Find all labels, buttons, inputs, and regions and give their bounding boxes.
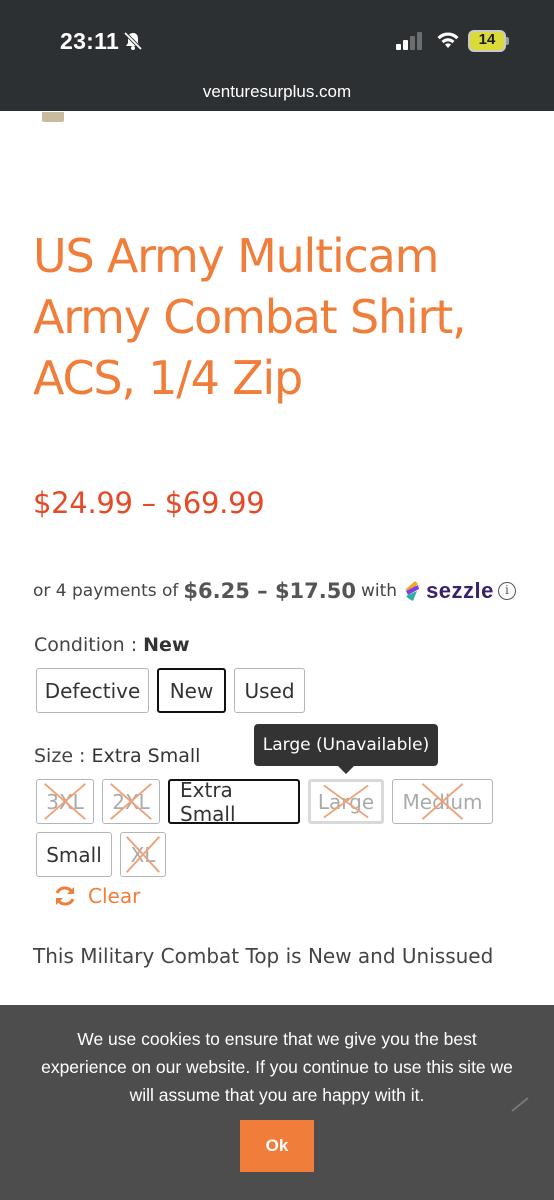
size-label-text: Size : — [34, 745, 92, 767]
size-option-large[interactable]: Large — [308, 779, 384, 824]
battery-level: 14 — [478, 31, 496, 48]
sezzle-logo[interactable]: sezzle — [401, 578, 494, 604]
size-option-xl-label: XL — [130, 842, 156, 867]
condition-option-used[interactable]: Used — [234, 668, 305, 713]
sezzle-brand: sezzle — [426, 578, 494, 603]
address-bar-url[interactable]: venturesurplus.com — [0, 82, 554, 102]
size-option-3xl[interactable]: 3XL — [36, 779, 94, 824]
cookie-accept-button[interactable]: Ok — [240, 1120, 314, 1172]
size-label: Size : Extra Small — [34, 745, 200, 767]
size-option-extra-small[interactable]: Extra Small — [168, 778, 300, 826]
size-option-3xl-label: 3XL — [46, 789, 84, 814]
wifi-icon — [437, 32, 459, 48]
cookie-banner-text: We use cookies to ensure that we give yo… — [41, 1029, 513, 1105]
product-image-thumbnail[interactable] — [42, 112, 64, 122]
clear-selection-link[interactable]: Clear — [52, 884, 140, 908]
clear-label: Clear — [88, 884, 141, 908]
size-option-medium-label: Medium — [402, 789, 483, 814]
condition-option-defective[interactable]: Defective — [36, 668, 149, 713]
size-option-xl[interactable]: XL — [120, 832, 166, 877]
refresh-icon — [55, 886, 75, 906]
status-time: 23:11 — [60, 28, 120, 54]
browser-top-bar: 23:11 14 venturesurplus.com — [0, 0, 554, 111]
condition-selected-value: New — [143, 634, 190, 656]
size-option-2xl-label: 2XL — [112, 789, 150, 814]
size-option-medium[interactable]: Medium — [392, 779, 493, 824]
condition-option-new[interactable]: New — [157, 668, 226, 713]
sezzle-mark-icon — [405, 581, 420, 601]
size-swatches: 3XL 2XL Extra Small Large Medium Small X… — [36, 778, 506, 877]
pencil-icon — [511, 1097, 529, 1112]
info-icon[interactable]: i — [497, 582, 516, 600]
battery-icon: 14 — [468, 30, 510, 52]
cell-signal-icon — [396, 32, 422, 50]
size-option-small[interactable]: Small — [36, 832, 112, 877]
sezzle-amount: $6.25 – $17.50 — [183, 579, 356, 603]
size-option-large-label: Large — [317, 789, 375, 814]
bell-muted-icon — [123, 31, 143, 51]
size-option-2xl[interactable]: 2XL — [102, 779, 160, 824]
condition-label-text: Condition : — [34, 634, 144, 656]
sezzle-prefix: or 4 payments of — [33, 581, 179, 601]
sezzle-installments: or 4 payments of $6.25 – $17.50 with sez… — [33, 574, 516, 608]
size-selected-value: Extra Small — [91, 745, 201, 767]
condition-swatches: Defective New Used — [36, 668, 305, 713]
product-price-range: $24.99 – $69.99 — [33, 486, 265, 520]
size-tooltip: Large (Unavailable) — [254, 724, 438, 774]
condition-label: Condition : New — [34, 634, 190, 656]
sezzle-suffix: with — [360, 581, 398, 601]
product-description: This Military Combat Top is New and Unis… — [33, 944, 494, 968]
product-title: US Army Multicam Army Combat Shirt, ACS,… — [33, 229, 467, 405]
